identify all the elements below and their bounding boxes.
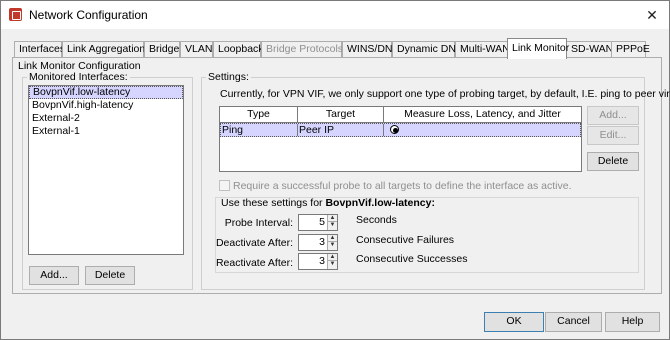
add-interface-button[interactable]: Add... [29, 266, 79, 285]
tab-link-monitor[interactable]: Link Monitor [507, 38, 569, 59]
tab-dynamic-dns[interactable]: Dynamic DNS [392, 41, 463, 58]
spin-up-icon[interactable]: ▲ [328, 235, 337, 242]
add-target-button[interactable]: Add... [587, 106, 639, 125]
title-bar: Network Configuration ✕ [1, 1, 669, 29]
spin-buttons: ▲ ▼ [327, 235, 337, 250]
tab-wins-dns[interactable]: WINS/DNS [342, 41, 400, 58]
close-icon[interactable]: ✕ [643, 6, 661, 24]
spin-down-icon[interactable]: ▼ [328, 242, 337, 249]
delete-interface-button[interactable]: Delete [85, 266, 135, 285]
spin-buttons: ▲ ▼ [327, 215, 337, 230]
reactivate-after-label: Reactivate After: [215, 257, 293, 269]
spin-buttons: ▲ ▼ [327, 254, 337, 269]
tab-multi-wan[interactable]: Multi-WAN [455, 41, 510, 58]
table-header: Type Target Measure Loss, Latency, and J… [220, 107, 581, 123]
measure-radio[interactable] [390, 125, 399, 134]
deactivate-after-stepper[interactable]: 3 ▲ ▼ [298, 234, 338, 251]
list-item[interactable]: External-2 [29, 112, 183, 125]
reactivate-after-unit: Consecutive Successes [356, 253, 468, 265]
app-icon [9, 8, 22, 21]
list-item[interactable]: BovpnVif.low-latency [29, 86, 183, 99]
table-cell-measure [384, 124, 580, 136]
help-button[interactable]: Help [605, 312, 660, 332]
window-title: Network Configuration [29, 8, 148, 22]
spin-down-icon[interactable]: ▼ [328, 261, 337, 268]
probe-targets-table: Type Target Measure Loss, Latency, and J… [219, 106, 582, 172]
cancel-button[interactable]: Cancel [545, 312, 602, 332]
column-header-measure[interactable]: Measure Loss, Latency, and Jitter [384, 107, 581, 122]
list-item[interactable]: BovpnVif.high-latency [29, 99, 183, 112]
tab-bridge-protocols: Bridge Protocols [261, 41, 343, 58]
probe-interval-value[interactable]: 5 [319, 216, 325, 228]
monitored-interfaces-list[interactable]: BovpnVif.low-latency BovpnVif.high-laten… [28, 85, 184, 255]
probe-interval-unit: Seconds [356, 214, 397, 226]
reactivate-after-stepper[interactable]: 3 ▲ ▼ [298, 253, 338, 270]
column-header-target[interactable]: Target [298, 107, 384, 122]
tab-interfaces[interactable]: Interfaces [14, 41, 65, 58]
deactivate-after-label: Deactivate After: [215, 237, 293, 249]
table-row[interactable]: Ping Peer IP [220, 123, 581, 137]
column-header-type[interactable]: Type [220, 107, 298, 122]
tab-loopback[interactable]: Loopback [213, 41, 264, 58]
tab-sd-wan[interactable]: SD-WAN [566, 41, 613, 58]
ok-button[interactable]: OK [484, 312, 544, 332]
network-configuration-window: Network Configuration ✕ Interfaces Link … [0, 0, 670, 340]
use-settings-target: BovpnVif.low-latency: [325, 197, 435, 209]
deactivate-after-value[interactable]: 3 [319, 236, 325, 248]
tab-link-aggregation[interactable]: Link Aggregation [62, 41, 145, 58]
probe-interval-stepper[interactable]: 5 ▲ ▼ [298, 214, 338, 231]
table-cell-type: Ping [221, 124, 298, 136]
deactivate-after-unit: Consecutive Failures [356, 234, 455, 246]
table-cell-target: Peer IP [298, 124, 384, 136]
use-settings-label: Use these settings for BovpnVif.low-late… [221, 197, 435, 209]
info-text: Currently, for VPN VIF, we only support … [220, 88, 670, 100]
probe-interval-label: Probe Interval: [224, 217, 293, 229]
tab-bridge[interactable]: Bridge [144, 41, 180, 58]
tab-vlan[interactable]: VLAN [180, 41, 213, 58]
edit-target-button[interactable]: Edit... [587, 126, 639, 145]
require-probe-label: Require a successful probe to all target… [233, 180, 572, 192]
monitored-interfaces-title: Monitored Interfaces: [27, 71, 130, 83]
use-settings-prefix: Use these settings for [221, 197, 326, 209]
spin-up-icon[interactable]: ▲ [328, 254, 337, 261]
tab-pppoe[interactable]: PPPoE [611, 41, 650, 58]
delete-target-button[interactable]: Delete [587, 152, 639, 171]
settings-title: Settings: [206, 71, 251, 83]
spin-down-icon[interactable]: ▼ [328, 222, 337, 229]
reactivate-after-value[interactable]: 3 [319, 255, 325, 267]
spin-up-icon[interactable]: ▲ [328, 215, 337, 222]
list-item[interactable]: External-1 [29, 125, 183, 138]
require-probe-checkbox[interactable] [219, 180, 230, 191]
